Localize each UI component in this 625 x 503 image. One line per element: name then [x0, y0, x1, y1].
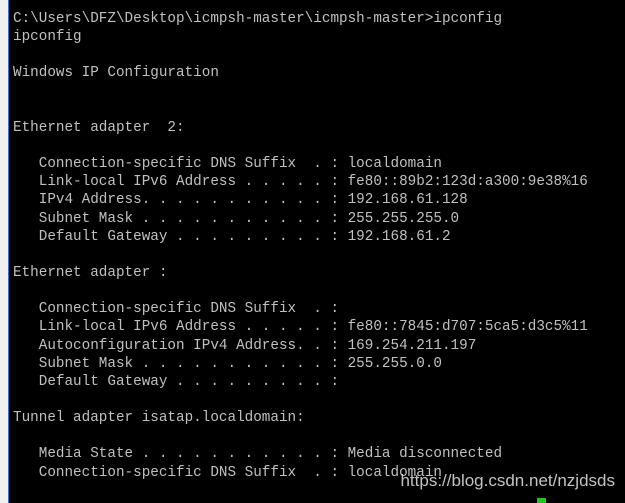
- terminal-line: Ethernet adapter 2:: [13, 119, 185, 136]
- terminal-line: Default Gateway . . . . . . . . . :: [13, 373, 340, 390]
- window-border: [8, 0, 9, 503]
- terminal-line: Autoconfiguration IPv4 Address. . : 169.…: [13, 337, 477, 354]
- terminal-line: Subnet Mask . . . . . . . . . . . : 255.…: [13, 355, 442, 372]
- text-cursor: [537, 498, 546, 503]
- terminal-line: Tunnel adapter isatap.localdomain:: [13, 410, 305, 427]
- terminal-line: Ethernet adapter :: [13, 264, 168, 281]
- terminal-output[interactable]: C:\Users\DFZ\Desktop\icmpsh-master\icmps…: [13, 10, 588, 482]
- terminal-line: Media State . . . . . . . . . . . : Medi…: [13, 446, 503, 463]
- terminal-line: Windows IP Configuration: [13, 65, 219, 82]
- terminal-line: Connection-specific DNS Suffix . : local…: [13, 156, 442, 173]
- window-edge: [0, 0, 8, 503]
- terminal-line: ipconfig: [13, 29, 82, 46]
- terminal-line: C:\Users\DFZ\Desktop\icmpsh-master\icmps…: [13, 11, 503, 27]
- terminal-line: IPv4 Address. . . . . . . . . . . : 192.…: [13, 192, 468, 209]
- terminal-line: Default Gateway . . . . . . . . . : 192.…: [13, 228, 451, 245]
- watermark: https://blog.csdn.net/nzjdsds: [400, 471, 615, 490]
- terminal-line: Link-local IPv6 Address . . . . . : fe80…: [13, 174, 588, 191]
- terminal-line: Subnet Mask . . . . . . . . . . . : 255.…: [13, 210, 460, 227]
- terminal-line: Connection-specific DNS Suffix . :: [13, 301, 340, 318]
- terminal-line: Link-local IPv6 Address . . . . . : fe80…: [13, 319, 588, 336]
